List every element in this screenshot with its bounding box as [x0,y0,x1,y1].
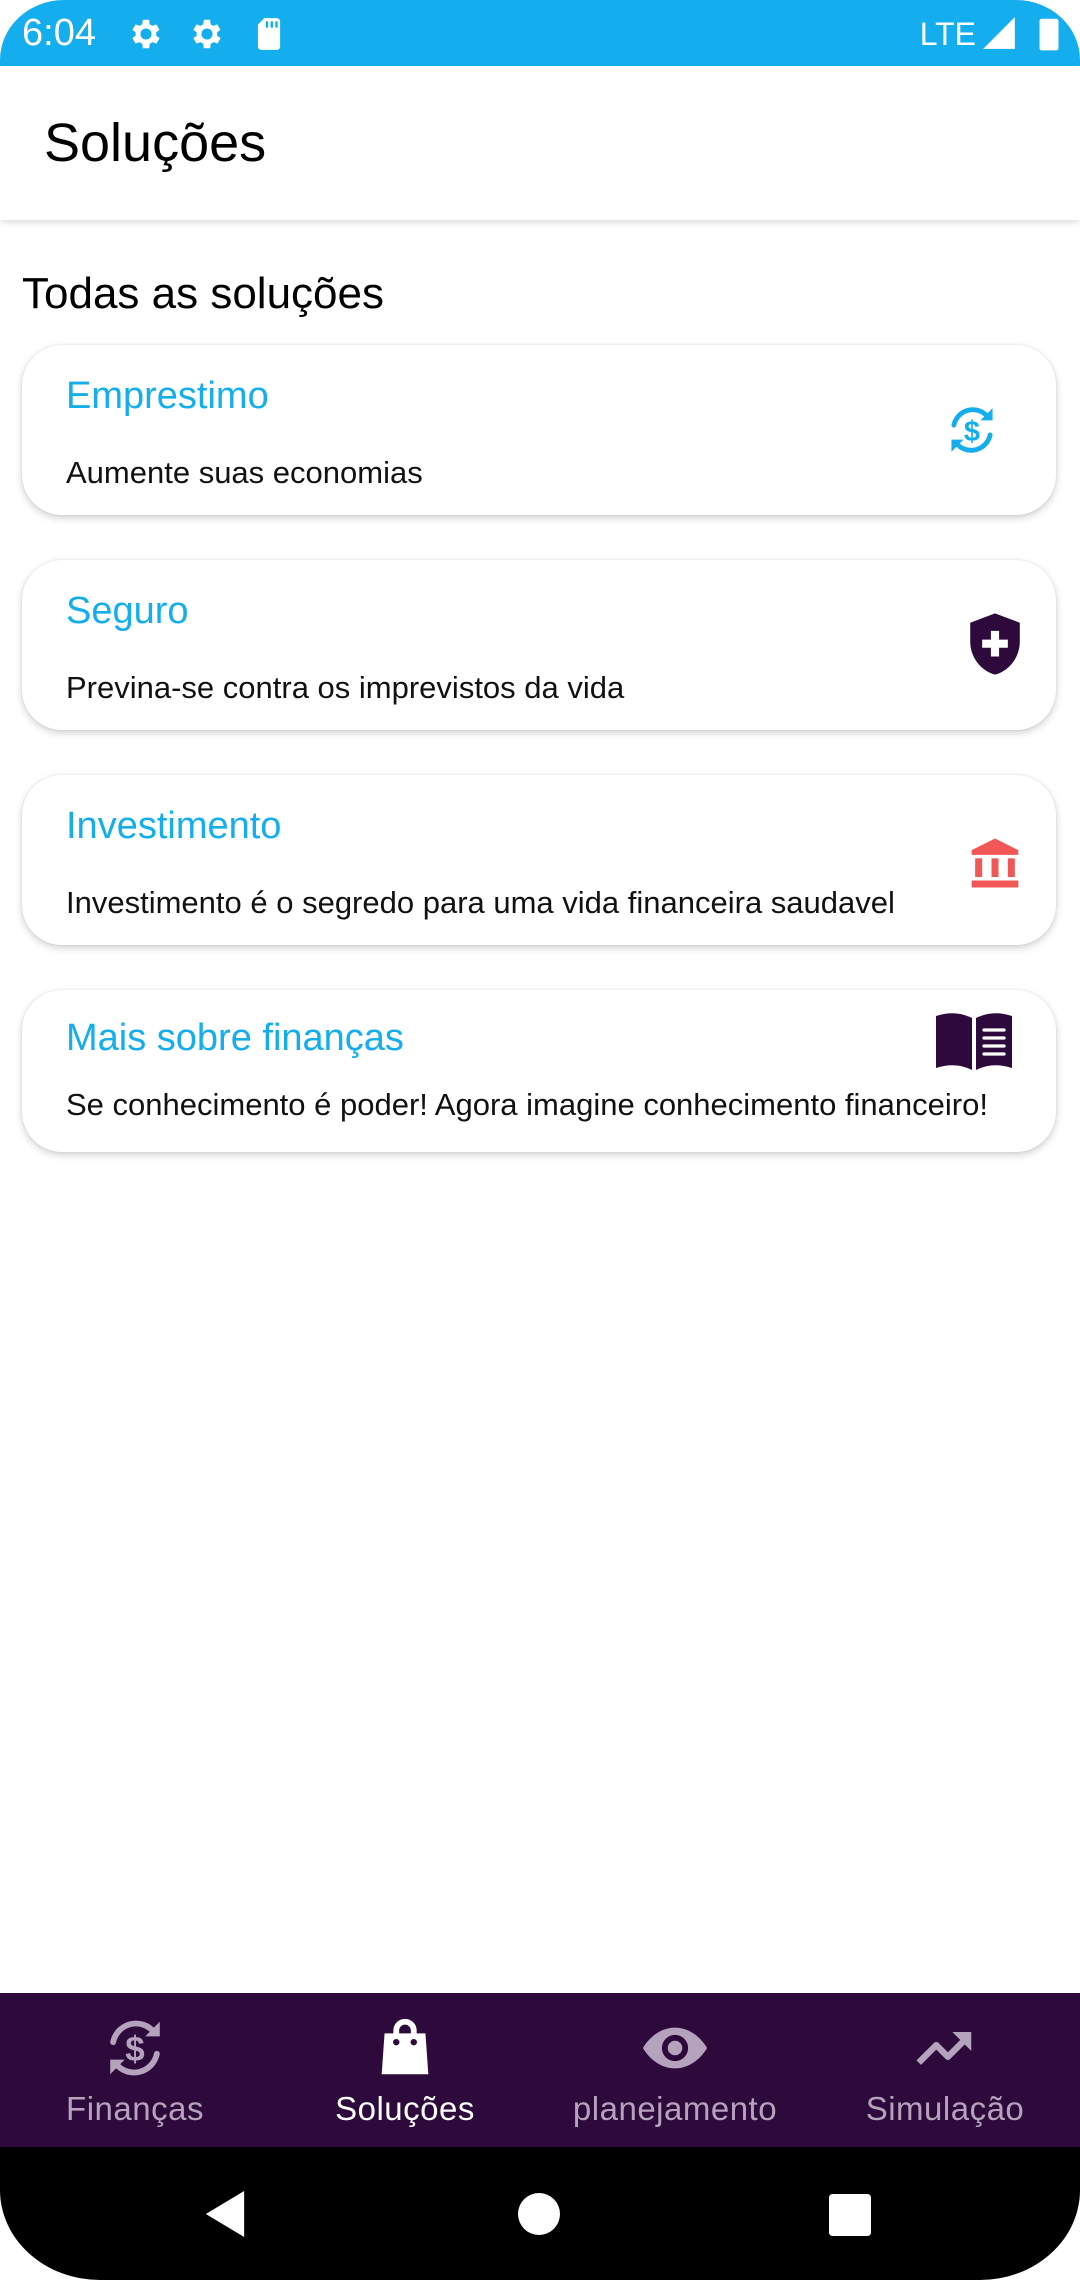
book-open-icon [936,1013,1012,1070]
section-title: Todas as soluções [22,269,384,318]
solution-card-investimento[interactable]: Investimento Investimento é o segredo pa… [22,775,1056,945]
shopping-bag-icon [381,2018,429,2075]
status-time: 6:04 [22,12,96,54]
nav-label: Soluções [335,2090,475,2127]
currency-exchange-icon: $ [951,407,993,453]
nav-label: Simulação [865,2090,1025,2127]
back-icon[interactable] [202,2189,248,2239]
svg-text:$: $ [964,416,980,448]
nav-item-simulacao[interactable]: Simulação [810,1993,1080,2147]
gear-icon [193,19,221,49]
solution-card-seguro[interactable]: Seguro Previna-se contra os imprevistos … [22,560,1056,730]
solution-card-mais-sobre-financas[interactable]: Mais sobre finanças Se conhecimento é po… [22,990,1056,1152]
card-title: Investimento [66,805,282,847]
card-title: Mais sobre finanças [66,1017,404,1059]
home-icon[interactable] [518,2193,560,2235]
nav-item-solucoes[interactable]: Soluções [270,1993,540,2147]
page-title: Soluções [44,113,267,173]
bank-icon [971,838,1019,888]
nav-label: planejamento [572,2090,778,2127]
eye-icon [642,2027,708,2069]
gear-icon [132,19,160,49]
sd-card-icon [257,18,281,50]
status-bar: 6:04 LTE [0,0,1080,66]
shield-plus-icon [970,613,1020,675]
network-type: LTE [919,16,976,52]
svg-text:$: $ [125,2030,144,2069]
trending-up-icon [916,2031,972,2065]
app-bar: Soluções [0,66,1080,220]
recents-icon[interactable] [829,2194,871,2236]
battery-icon [1039,18,1059,51]
card-title: Seguro [66,590,189,632]
signal-icon [983,17,1015,49]
nav-label: Finanças [66,2090,204,2127]
nav-item-planejamento[interactable]: planejamento [540,1993,810,2147]
card-description: Investimento é o segredo para uma vida f… [66,885,895,920]
card-description: Previna-se contra os imprevistos da vida [66,670,625,705]
solution-card-emprestimo[interactable]: Emprestimo Aumente suas economias $ [22,345,1056,515]
nav-item-financas[interactable]: $ Finanças [0,1993,270,2147]
currency-exchange-icon: $ [110,2020,160,2076]
card-description: Aumente suas economias [66,455,423,490]
card-description: Se conhecimento é poder! Agora imagine c… [66,1087,988,1122]
card-title: Emprestimo [66,375,269,417]
bottom-navigation: $ Finanças Soluções planejamento Simulaç… [0,1993,1080,2147]
system-navigation-bar [0,2147,1080,2280]
